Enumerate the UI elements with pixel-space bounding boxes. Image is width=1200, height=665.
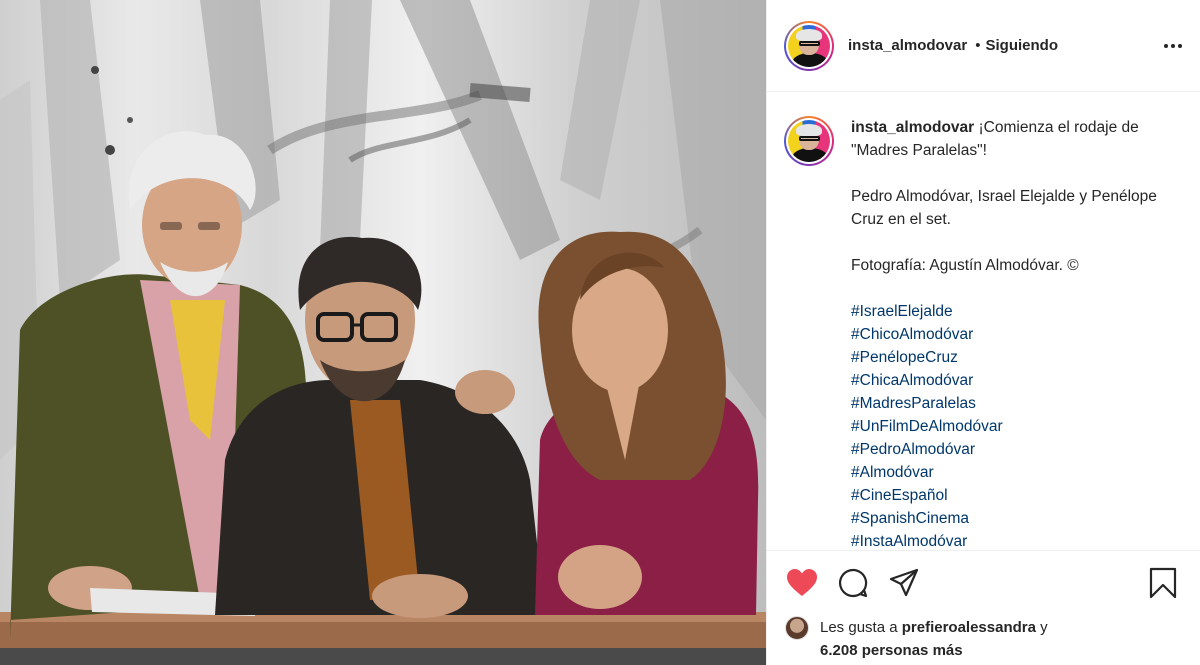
caption-line-3: Fotografía: Agustín Almodóvar. ©: [851, 257, 1079, 274]
hashtag-link[interactable]: #Almodóvar: [851, 461, 1180, 484]
likes-joiner: y: [1040, 619, 1048, 636]
send-icon: [889, 568, 919, 597]
post-side-panel: insta_almodovar • Siguiendo insta_almodo…: [766, 0, 1200, 665]
comment-icon: [838, 568, 868, 598]
bookmark-icon: [1149, 567, 1177, 599]
heart-filled-icon: [787, 569, 817, 596]
hashtag-link[interactable]: #ChicoAlmodóvar: [851, 323, 1180, 346]
hashtag-link[interactable]: #ChicaAlmodóvar: [851, 369, 1180, 392]
caption-author-avatar[interactable]: [784, 116, 834, 166]
hashtag-link[interactable]: #PenélopeCruz: [851, 346, 1180, 369]
post-photo[interactable]: [0, 0, 766, 665]
instagram-post: insta_almodovar • Siguiendo insta_almodo…: [0, 0, 1200, 665]
save-button[interactable]: [1146, 566, 1180, 600]
author-username[interactable]: insta_almodovar: [848, 37, 967, 54]
hashtag-link[interactable]: #MadresParalelas: [851, 392, 1180, 415]
author-avatar[interactable]: [784, 20, 834, 71]
post-actions: Les gusta a prefieroalessandra y 6.208 p…: [767, 550, 1200, 664]
post-photo-illustration: [0, 0, 766, 665]
hashtag-link[interactable]: #CineEspañol: [851, 484, 1180, 507]
share-button[interactable]: [887, 566, 921, 600]
more-options-icon[interactable]: [1162, 38, 1184, 54]
likes-summary: Les gusta a prefieroalessandra y 6.208 p…: [785, 616, 1180, 662]
header-separator: •: [975, 37, 981, 54]
hashtag-link[interactable]: #IsraelElejalde: [851, 300, 1180, 323]
hashtag-link[interactable]: #PedroAlmodóvar: [851, 438, 1180, 461]
caption-text: insta_almodovar ¡Comienza el rodaje de "…: [851, 116, 1180, 550]
action-icons-row: [785, 563, 1180, 603]
caption-username[interactable]: insta_almodovar: [851, 119, 974, 136]
caption-area: insta_almodovar ¡Comienza el rodaje de "…: [767, 92, 1200, 550]
likes-count[interactable]: 6.208 personas más: [820, 642, 963, 659]
follow-status-button[interactable]: Siguiendo: [985, 37, 1058, 54]
hashtag-list: #IsraelElejalde #ChicoAlmodóvar #Penélop…: [851, 300, 1180, 550]
caption-line-2: Pedro Almodóvar, Israel Elejalde y Penél…: [851, 188, 1157, 228]
caption-author-avatar-image: [788, 120, 830, 162]
liker-avatar[interactable]: [785, 616, 809, 640]
author-avatar-image: [788, 24, 830, 67]
comment-button[interactable]: [836, 566, 870, 600]
hashtag-link[interactable]: #SpanishCinema: [851, 507, 1180, 530]
hashtag-link[interactable]: #InstaAlmodóvar: [851, 530, 1180, 550]
liker-username[interactable]: prefieroalessandra: [902, 619, 1036, 636]
post-header: insta_almodovar • Siguiendo: [767, 0, 1200, 92]
hashtag-link[interactable]: #UnFilmDeAlmodóvar: [851, 415, 1180, 438]
like-button[interactable]: [785, 566, 819, 600]
likes-prefix: Les gusta a: [820, 619, 898, 636]
